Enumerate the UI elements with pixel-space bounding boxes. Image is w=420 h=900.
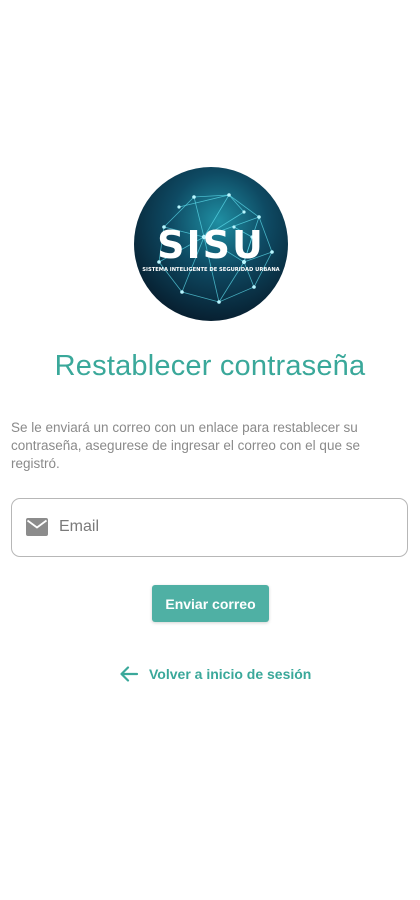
reset-instructions: Se le enviará un correo con un enlace pa… (11, 420, 360, 471)
send-email-button[interactable]: Enviar correo (152, 585, 269, 622)
mail-icon (26, 518, 48, 536)
email-field[interactable] (11, 498, 408, 557)
logo-text: SISU (157, 223, 265, 267)
globe-network-logo-icon: SISU SISTEMA INTELIGENTE DE SEGURIDAD UR… (134, 167, 288, 321)
back-to-login-link[interactable]: Volver a inicio de sesión (119, 663, 311, 685)
page-title: Restablecer contraseña (54, 350, 366, 382)
arrow-left-icon (120, 666, 139, 682)
app-logo: SISU SISTEMA INTELIGENTE DE SEGURIDAD UR… (134, 167, 288, 321)
email-input[interactable] (59, 511, 389, 543)
back-to-login-label: Volver a inicio de sesión (149, 666, 312, 682)
logo-subtitle: SISTEMA INTELIGENTE DE SEGURIDAD URBANA (142, 267, 279, 273)
